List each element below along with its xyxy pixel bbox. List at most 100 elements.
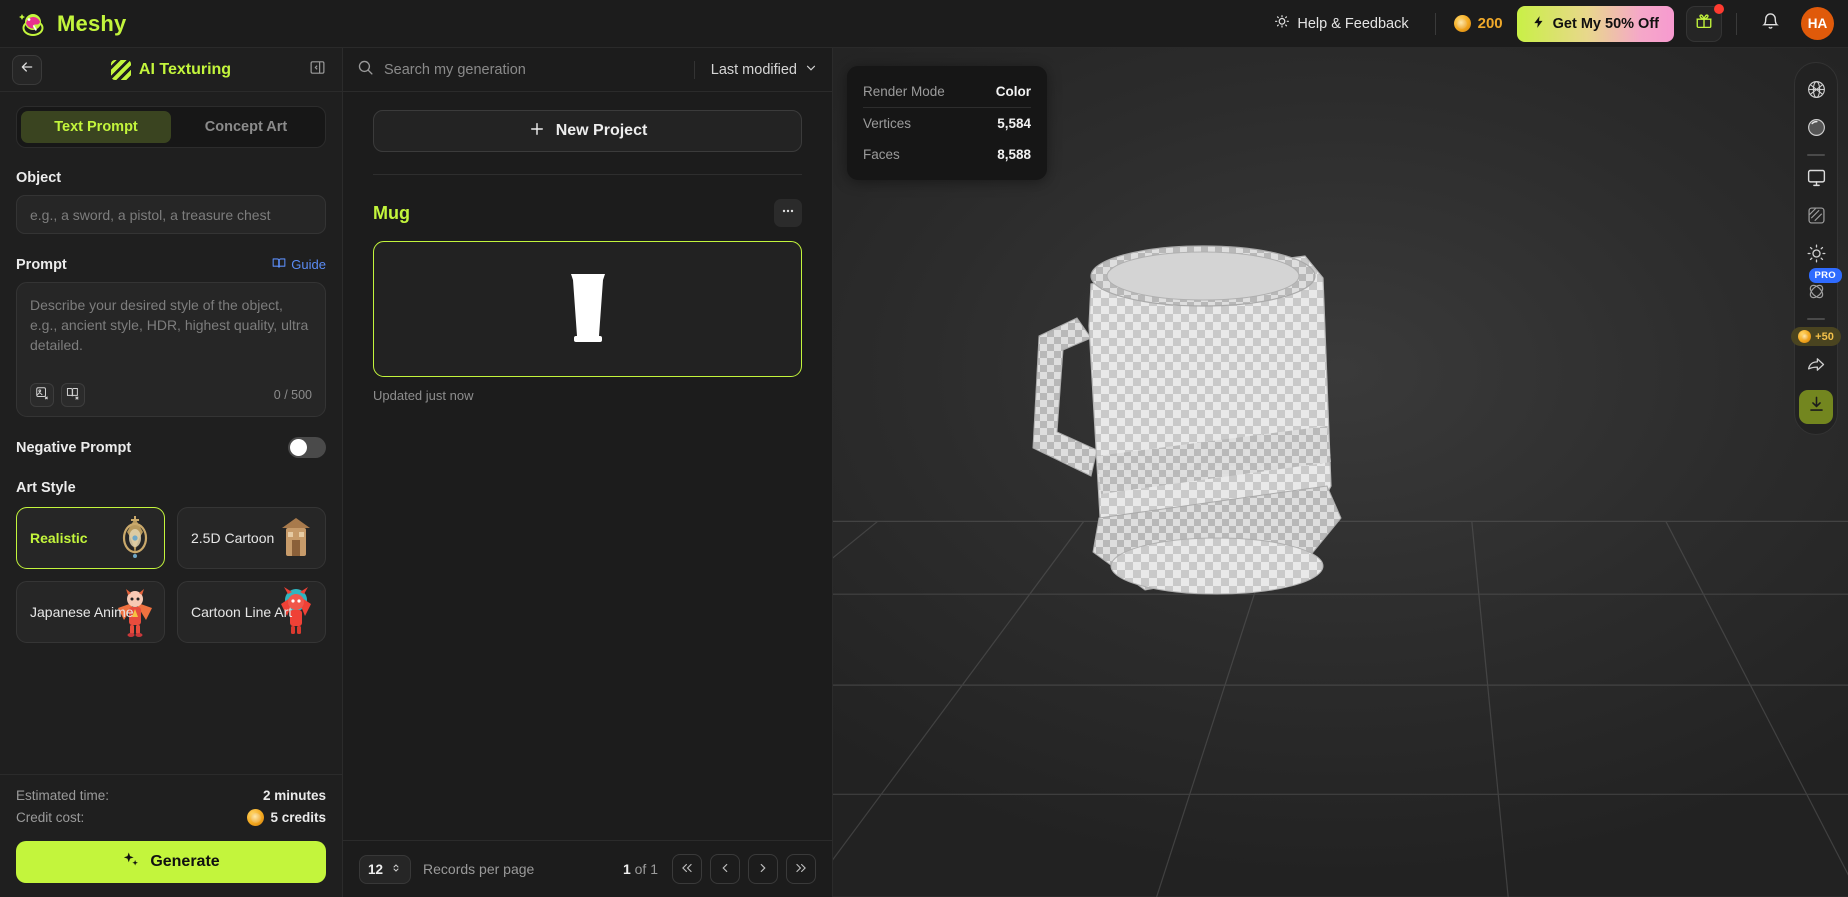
generate-button[interactable]: Generate bbox=[16, 841, 326, 883]
first-page-button[interactable] bbox=[672, 854, 702, 884]
middle-panel-header: Last modified bbox=[343, 48, 832, 92]
art-style-cartoon-line-art[interactable]: Cartoon Line Art bbox=[177, 581, 326, 643]
sort-dropdown[interactable]: Last modified bbox=[693, 60, 818, 79]
panel-collapse-icon bbox=[309, 59, 326, 81]
gift-button[interactable] bbox=[1686, 3, 1724, 42]
guide-label: Guide bbox=[291, 257, 326, 272]
page-title-label: AI Texturing bbox=[138, 60, 232, 78]
records-per-page-label: Records per page bbox=[423, 861, 535, 877]
physics-button[interactable]: PRO bbox=[1797, 268, 1842, 313]
promo-label: Get My 50% Off bbox=[1552, 15, 1659, 32]
book-x-icon-button[interactable] bbox=[61, 383, 85, 407]
pro-badge: PRO bbox=[1808, 268, 1842, 283]
more-horizontal-icon bbox=[780, 203, 796, 223]
back-button[interactable] bbox=[12, 54, 42, 85]
prompt-textarea-wrap: 0 / 500 bbox=[16, 282, 326, 417]
new-project-label: New Project bbox=[555, 122, 648, 139]
brand-name: Meshy bbox=[57, 10, 127, 36]
toggle-knob bbox=[290, 439, 307, 456]
collapse-panel-button[interactable] bbox=[304, 57, 330, 83]
download-icon bbox=[1807, 395, 1826, 419]
project-name: Mug bbox=[373, 202, 410, 223]
object-input[interactable] bbox=[16, 195, 326, 234]
help-feedback-button[interactable]: Help & Feedback bbox=[1262, 7, 1420, 41]
last-page-button[interactable] bbox=[786, 854, 816, 884]
promo-button[interactable]: Get My 50% Off bbox=[1516, 5, 1674, 42]
mode-tabs: Text Prompt Concept Art bbox=[16, 106, 326, 148]
render-mode-value: Color bbox=[995, 84, 1031, 99]
cartoon-building-thumb bbox=[282, 518, 310, 556]
share-arrow-icon bbox=[1806, 354, 1827, 380]
next-page-button[interactable] bbox=[748, 854, 778, 884]
negative-prompt-toggle[interactable] bbox=[288, 437, 326, 458]
sparkles-icon bbox=[122, 851, 140, 874]
texture-hatch-icon bbox=[1806, 205, 1827, 231]
brightness-sun-icon bbox=[1806, 243, 1827, 269]
notification-dot bbox=[1714, 3, 1724, 14]
project-header: Mug bbox=[373, 199, 802, 227]
vertices-row: Vertices 5,584 bbox=[863, 108, 1031, 139]
shaded-sphere-button[interactable] bbox=[1797, 111, 1835, 149]
help-feedback-label: Help & Feedback bbox=[1297, 15, 1409, 32]
page-indicator: 1 of 1 bbox=[623, 861, 658, 877]
coin-icon bbox=[1453, 15, 1471, 32]
new-project-button[interactable]: New Project bbox=[373, 110, 802, 152]
estimated-time-row: Estimated time: 2 minutes bbox=[16, 785, 326, 806]
divider bbox=[1807, 154, 1825, 156]
left-panel-header: AI Texturing bbox=[0, 48, 342, 92]
prompt-label: Prompt bbox=[16, 256, 67, 273]
texture-hatch-button[interactable] bbox=[1797, 199, 1835, 237]
project-thumbnail-card[interactable] bbox=[373, 241, 802, 377]
bell-icon bbox=[1761, 12, 1780, 36]
credit-bonus-badge[interactable]: +50 bbox=[1791, 327, 1841, 346]
3d-viewport[interactable]: Render Mode Color Vertices 5,584 Faces 8… bbox=[833, 48, 1848, 897]
wireframe-sphere-button[interactable] bbox=[1797, 73, 1835, 111]
gift-icon bbox=[1695, 12, 1713, 35]
top-bar: Meshy Help & Feedback 200 Get My 50% Off… bbox=[0, 0, 1848, 48]
search-input[interactable] bbox=[384, 61, 694, 78]
ornate-lantern-thumb bbox=[122, 516, 148, 558]
negative-prompt-row: Negative Prompt bbox=[16, 437, 326, 458]
art-style-realistic[interactable]: Realistic bbox=[16, 507, 165, 569]
divider bbox=[373, 174, 802, 175]
faces-label: Faces bbox=[863, 147, 900, 162]
lightning-bolt-icon bbox=[1532, 14, 1546, 34]
prompt-label-row: Prompt Guide bbox=[16, 256, 326, 273]
share-button[interactable] bbox=[1797, 348, 1835, 386]
arrow-left-icon bbox=[19, 59, 35, 80]
art-style-japanese-anime[interactable]: Japanese Anime bbox=[16, 581, 165, 643]
page-current: 1 bbox=[622, 861, 631, 877]
credit-cost-label: Credit cost: bbox=[16, 810, 85, 825]
mug-3d-model[interactable] bbox=[1005, 218, 1435, 648]
monitor-button[interactable] bbox=[1797, 161, 1835, 199]
generate-label: Generate bbox=[150, 853, 220, 870]
prompt-toolbar: 0 / 500 bbox=[30, 383, 312, 407]
notifications-button[interactable] bbox=[1753, 7, 1787, 41]
project-menu-button[interactable] bbox=[774, 199, 802, 227]
tab-concept-art[interactable]: Concept Art bbox=[171, 111, 321, 143]
prev-page-button[interactable] bbox=[710, 854, 740, 884]
image-x-icon-button[interactable] bbox=[30, 383, 54, 407]
art-style-25d-cartoon[interactable]: 2.5D Cartoon bbox=[177, 507, 326, 569]
art-style-grid: Realistic 2.5D Cartoon Japanese Anime Ca… bbox=[16, 507, 326, 643]
middle-panel: Last modified New Project Mug bbox=[343, 48, 833, 897]
credit-cost-row: Credit cost: 5 credits bbox=[16, 806, 326, 829]
meshy-palette-icon bbox=[18, 9, 48, 39]
wireframe-sphere-icon bbox=[1806, 79, 1827, 105]
records-per-page-stepper[interactable]: 12 bbox=[359, 854, 412, 884]
art-style-label-0: Realistic bbox=[30, 529, 88, 546]
render-mode-row[interactable]: Render Mode Color bbox=[863, 76, 1031, 107]
credits-display[interactable]: 200 bbox=[1450, 15, 1507, 32]
avatar[interactable]: HA bbox=[1801, 7, 1834, 40]
stripes-icon bbox=[110, 59, 131, 80]
art-style-label: Art Style bbox=[16, 480, 76, 496]
tab-text-prompt[interactable]: Text Prompt bbox=[21, 111, 171, 143]
download-button[interactable] bbox=[1799, 390, 1833, 424]
negative-prompt-label: Negative Prompt bbox=[16, 439, 132, 456]
guide-link[interactable]: Guide bbox=[272, 256, 326, 273]
prompt-textarea[interactable] bbox=[30, 295, 312, 383]
coin-icon bbox=[1798, 330, 1812, 343]
credit-cost-value: 5 credits bbox=[270, 810, 326, 825]
credit-cost-value-wrap: 5 credits bbox=[247, 809, 326, 826]
brand[interactable]: Meshy bbox=[18, 9, 126, 39]
